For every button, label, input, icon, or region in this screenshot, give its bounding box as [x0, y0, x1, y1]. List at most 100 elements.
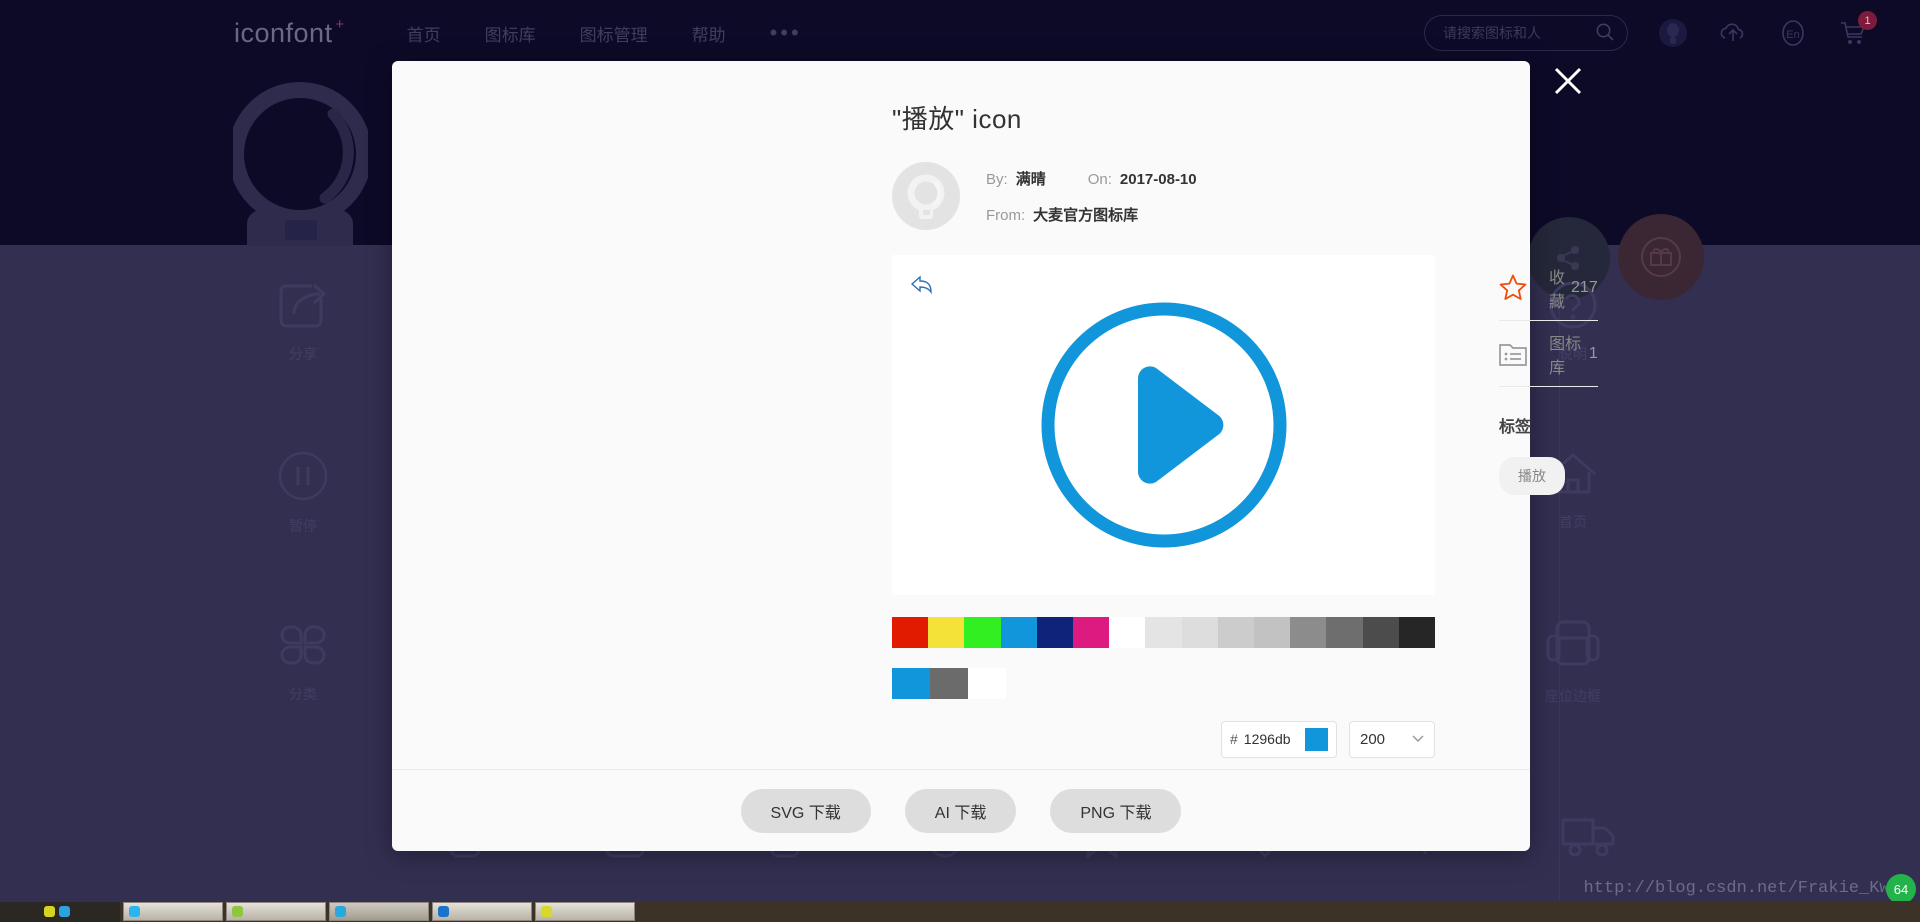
- sidebar-row-favorites[interactable]: 收藏 217: [1499, 255, 1598, 321]
- category-grid-icon: [280, 625, 326, 665]
- grid-label: 暂停: [289, 518, 317, 534]
- hex-color-chip[interactable]: [1305, 727, 1328, 751]
- avatar[interactable]: [892, 162, 960, 230]
- taskbar-item[interactable]: [226, 902, 326, 921]
- download-svg-button[interactable]: SVG 下载: [740, 788, 871, 833]
- svg-text:En: En: [1786, 29, 1799, 41]
- recent-swatch[interactable]: [968, 668, 1006, 699]
- folder-list-icon[interactable]: [1499, 341, 1527, 367]
- palette-swatch[interactable]: [1326, 617, 1363, 648]
- quicklaunch-icon-1[interactable]: [44, 906, 55, 917]
- cloud-upload-icon[interactable]: [1718, 18, 1748, 48]
- grid-item-category[interactable]: 分类: [228, 620, 378, 704]
- star-outline-icon[interactable]: [1499, 274, 1527, 301]
- palette-swatch[interactable]: [964, 617, 1001, 648]
- download-ai-button[interactable]: AI 下载: [904, 788, 1017, 833]
- truck-icon[interactable]: [1560, 810, 1616, 860]
- user-avatar-icon[interactable]: [1658, 18, 1688, 48]
- sidebar-row-count: 1: [1588, 344, 1598, 362]
- nav-more-icon[interactable]: •••: [770, 22, 802, 44]
- author-avatar-icon: [907, 174, 945, 219]
- by-label: By:: [986, 170, 1008, 188]
- sidebar-row-label: 图标库: [1549, 335, 1582, 377]
- taskbar-item[interactable]: [123, 902, 223, 921]
- tag-chip[interactable]: 播放: [1499, 457, 1565, 495]
- language-en-icon[interactable]: En: [1778, 18, 1808, 48]
- palette-row-recent: [892, 668, 1435, 699]
- search-icon[interactable]: [1595, 22, 1615, 45]
- recent-swatch[interactable]: [930, 668, 968, 699]
- taskbar-item-icon: [232, 906, 243, 917]
- logo-plus-icon: +: [335, 15, 345, 33]
- site-logo-text: iconfont: [234, 17, 333, 48]
- hash-symbol: #: [1230, 731, 1238, 747]
- play-circle-icon: [1041, 302, 1286, 548]
- hex-color-field[interactable]: # 1296db: [1221, 720, 1337, 758]
- pause-circle-icon: [278, 451, 328, 501]
- quick-launch: [40, 901, 120, 922]
- shopping-cart-icon[interactable]: 1: [1838, 11, 1877, 48]
- size-value: 200: [1360, 730, 1386, 748]
- back-arrow-cursor: [910, 275, 932, 295]
- sidebar-row-library[interactable]: 图标库 1: [1499, 321, 1598, 387]
- palette-swatch[interactable]: [928, 617, 965, 648]
- icon-detail-modal: "播放" icon By: 满晴 On: 2017-08-10 From: 大麦…: [392, 61, 1598, 851]
- palette-swatch[interactable]: [1254, 617, 1291, 648]
- grid-item-share[interactable]: 分享: [228, 280, 378, 364]
- site-logo[interactable]: iconfont +: [234, 16, 344, 49]
- download-png-button[interactable]: PNG 下载: [1050, 788, 1182, 833]
- palette-swatch[interactable]: [1181, 617, 1218, 648]
- search-placeholder: 请搜索图标和人: [1443, 25, 1541, 41]
- palette-swatch[interactable]: [1398, 617, 1436, 648]
- size-select[interactable]: 200: [1349, 720, 1435, 758]
- watermark-url: http://blog.csdn.net/Frakie_Kwok: [1583, 879, 1910, 898]
- grid-label: 分类: [289, 686, 317, 702]
- share-box-icon: [279, 283, 327, 328]
- top-navbar: iconfont + 首页 图标库 图标管理 帮助 ••• 请搜索图标和人 En…: [0, 0, 1920, 66]
- palette-row-primary: [892, 617, 1436, 648]
- taskbar-item-icon: [438, 906, 449, 917]
- palette-swatch[interactable]: [1073, 617, 1110, 648]
- icon-preview[interactable]: [892, 255, 1435, 595]
- grid-label: 分享: [289, 346, 317, 362]
- on-label: On:: [1087, 170, 1112, 188]
- from-label: From:: [986, 206, 1026, 224]
- nav-item-library[interactable]: 图标库: [485, 21, 536, 46]
- preview-column: # 1296db 200: [892, 255, 1436, 758]
- author-meta: By: 满晴 On: 2017-08-10 From: 大麦官方图标库: [892, 162, 1530, 230]
- taskbar-item[interactable]: [535, 902, 635, 921]
- palette-swatch[interactable]: [1362, 617, 1399, 648]
- page-title: "播放" icon: [892, 104, 1022, 134]
- grid-item-pause[interactable]: 暂停: [228, 450, 378, 536]
- close-icon[interactable]: [1548, 61, 1588, 101]
- quicklaunch-icon-2[interactable]: [59, 906, 70, 917]
- taskbar-item-active[interactable]: [329, 902, 429, 921]
- palette-swatch[interactable]: [1145, 617, 1182, 648]
- recent-swatch[interactable]: [892, 668, 930, 699]
- tag-list: 播放: [1499, 437, 1598, 495]
- from-value[interactable]: 大麦官方图标库: [1033, 204, 1138, 225]
- chevron-down-icon: [1412, 732, 1424, 746]
- nav-links: 首页 图标库 图标管理 帮助: [407, 21, 726, 46]
- palette-swatch[interactable]: [1000, 617, 1037, 648]
- palette-swatch[interactable]: [1036, 617, 1074, 648]
- sidebar-row-label: 收藏: [1549, 269, 1566, 311]
- search-input[interactable]: 请搜索图标和人: [1424, 15, 1628, 51]
- os-taskbar: [0, 901, 1920, 922]
- taskbar-item[interactable]: [432, 902, 532, 921]
- by-value[interactable]: 满晴: [1016, 168, 1046, 189]
- palette-swatch[interactable]: [892, 617, 929, 648]
- nav-item-help[interactable]: 帮助: [692, 21, 726, 46]
- nav-item-home[interactable]: 首页: [407, 21, 441, 46]
- hex-value[interactable]: 1296db: [1244, 731, 1291, 747]
- nav-item-manage[interactable]: 图标管理: [580, 21, 648, 46]
- modal-body: # 1296db 200 收藏 217 图标库 1 标签 播放: [892, 255, 1598, 758]
- crystal-ball-icon: [228, 78, 372, 248]
- palette-swatch[interactable]: [1217, 617, 1255, 648]
- palette-swatch[interactable]: [1290, 617, 1327, 648]
- nav-right-group: 请搜索图标和人 En 1: [1424, 11, 1920, 51]
- taskbar-item-icon: [129, 906, 140, 917]
- corner-score-badge: 64: [1886, 874, 1916, 904]
- start-button[interactable]: [0, 901, 40, 922]
- palette-swatch[interactable]: [1109, 617, 1146, 648]
